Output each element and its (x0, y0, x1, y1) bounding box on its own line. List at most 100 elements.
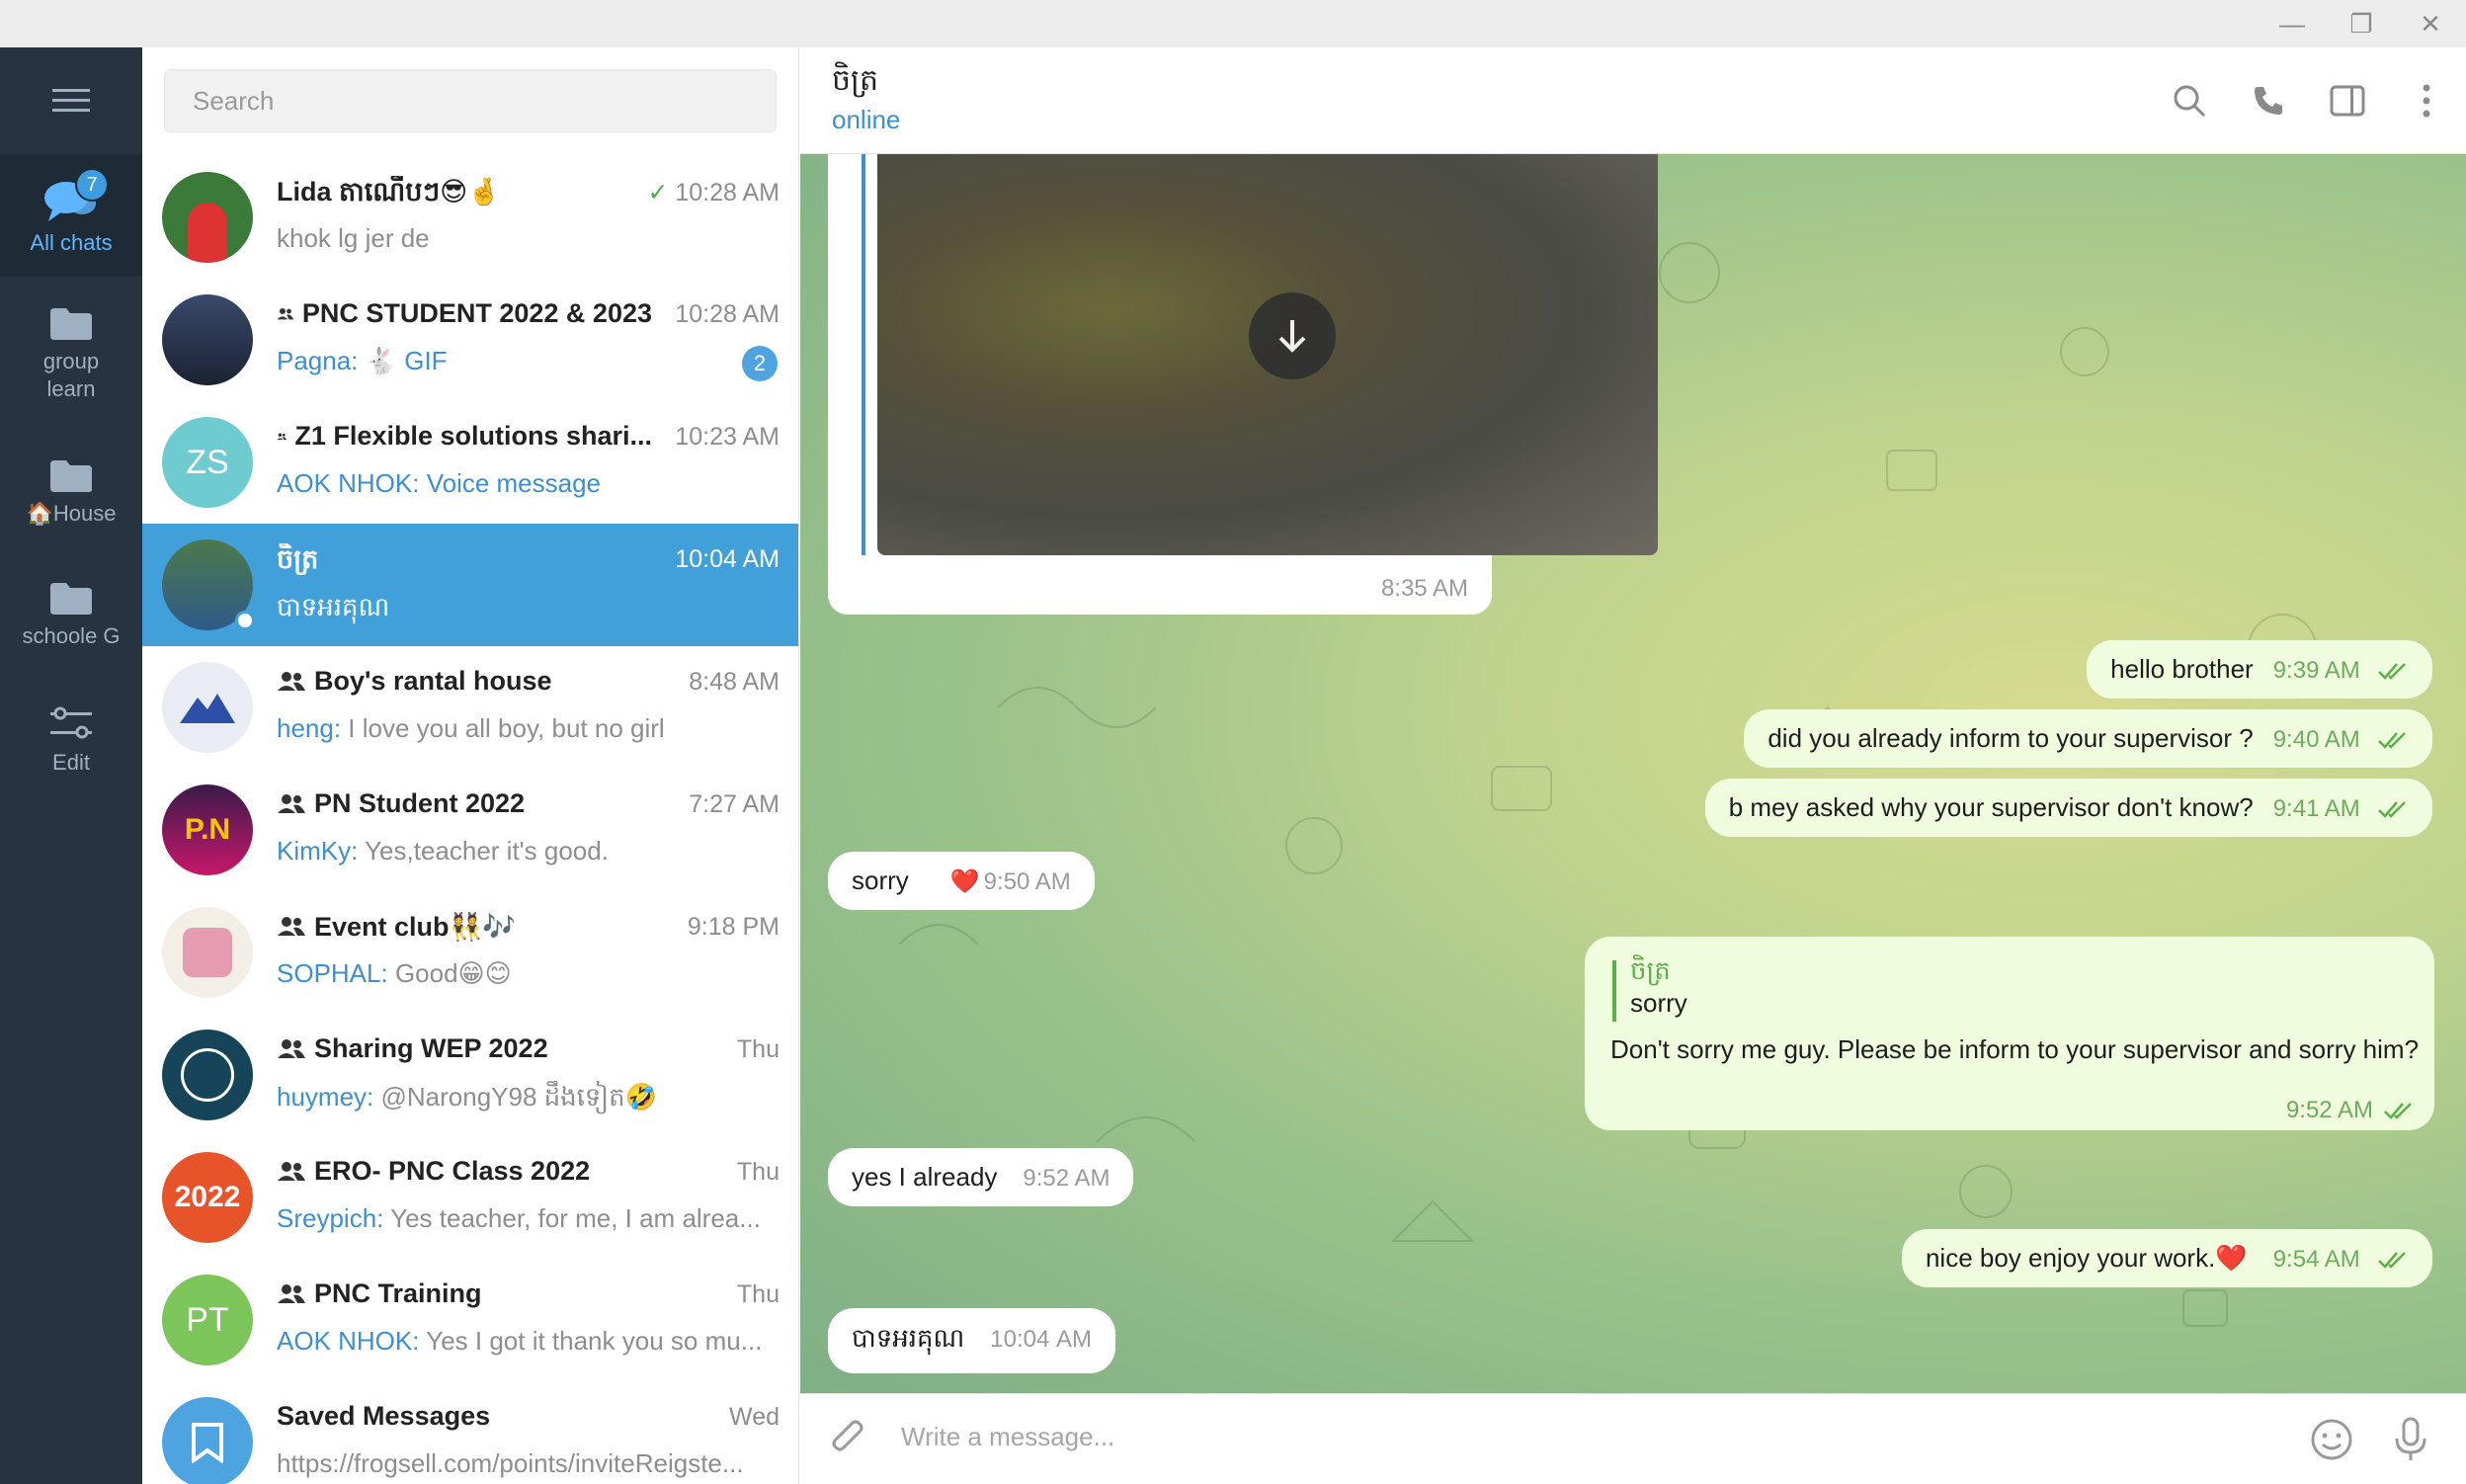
close-button[interactable]: ✕ (2391, 0, 2466, 47)
group-icon (278, 1283, 305, 1303)
microphone-icon (2395, 1417, 2426, 1460)
folder-house[interactable]: 🏠House (0, 458, 142, 528)
chat-title: Boy's rantal house (277, 666, 652, 697)
chat-preview: Sreypich: Yes teacher, for me, I am alre… (277, 1203, 761, 1233)
message-time: 9:52 AM (2285, 1097, 2373, 1123)
reply-author: ចិត្រ (1630, 955, 1671, 985)
read-ticks-icon (2378, 801, 2406, 818)
heart-reaction-icon[interactable]: ❤️ (950, 868, 980, 895)
chat-time: Thu (736, 1035, 780, 1063)
chat-row-boys-rantal-house[interactable]: Boy's rantal house 8:48 AM heng: I love … (142, 646, 798, 769)
phone-icon (2255, 87, 2282, 115)
chat-row-pnc-student[interactable]: PNC STUDENT 2022 & 2023 10:28 AM Pagna: … (142, 279, 798, 401)
message-time: 9:41 AM (2272, 795, 2360, 822)
chat-title: Sharing WEP 2022 (277, 1033, 652, 1064)
chat-time: Thu (736, 1280, 780, 1308)
message-text: Don't sorry me guy. Please be inform to … (1610, 1034, 2420, 1064)
chat-preview: Pagna: 🐇 GIF (277, 346, 448, 375)
message-time-wrap: 9:52 AM (2286, 1097, 2415, 1124)
avatar (162, 172, 253, 263)
message-input[interactable]: Write a message... (901, 1422, 1114, 1452)
chat-row-z1-flexible[interactable]: ZS Z1 Flexible solutions shari... 10:23 … (142, 401, 798, 524)
chat-title: Event club👯🎶 (277, 911, 652, 943)
chat-row-sharing-wep[interactable]: Sharing WEP 2022 Thu huymey: @NarongY98 … (142, 1014, 798, 1136)
smiley-icon (2311, 1419, 2352, 1460)
reply-accent-line (1612, 960, 1616, 1022)
chat-time: ✓ 10:28 AM (647, 179, 780, 206)
message-text: nice boy enjoy your work.❤️ (1925, 1243, 2248, 1273)
chat-preview: https://frogsell.com/points/inviteReigst… (277, 1448, 744, 1478)
incoming-message[interactable]: បាទអរគុណ 10:04 AM (828, 1308, 1115, 1373)
folder-group-learn[interactable]: group learn (0, 306, 142, 403)
search-input[interactable]: Search (164, 69, 777, 132)
chat-preview: បាទអរគុណ (277, 592, 390, 621)
message-time: 9:39 AM (2272, 657, 2360, 684)
chat-time: 7:27 AM (689, 790, 780, 818)
chat-title: PN Student 2022 (277, 788, 652, 819)
chat-preview: heng: I love you all boy, but no girl (277, 713, 665, 743)
outgoing-message[interactable]: did you already inform to your superviso… (1744, 709, 2432, 768)
outgoing-message[interactable]: hello brother 9:39 AM (2087, 640, 2432, 699)
chat-row-pnc-training[interactable]: PT PNC Training Thu AOK NHOK: Yes I got … (142, 1259, 798, 1381)
chat-time: 10:23 AM (675, 423, 780, 451)
chat-row-pn-student-2022[interactable]: P.N PN Student 2022 7:27 AM KimKy: Yes,t… (142, 769, 798, 891)
restore-button[interactable]: ❐ (2322, 0, 2401, 47)
folder-label: schoole G (22, 623, 121, 648)
contact-name[interactable]: ចិត្រ (832, 61, 878, 105)
reply-accent-line (862, 154, 865, 555)
hamburger-icon (52, 89, 90, 112)
chat-row-ero-pnc-class[interactable]: 2022 ERO- PNC Class 2022 Thu Sreypich: Y… (142, 1136, 798, 1259)
folder-schoole-g[interactable]: schoole G (0, 581, 142, 650)
incoming-message[interactable]: yes I already 9:52 AM (828, 1148, 1134, 1206)
chat-preview: AOK NHOK: Yes I got it thank you so mu..… (277, 1326, 763, 1356)
bookmark-icon (192, 1423, 223, 1463)
contact-status: online (832, 105, 901, 134)
download-button[interactable] (1249, 292, 1336, 379)
outgoing-reply-message[interactable]: ចិត្រ sorry Don't sorry me guy. Please b… (1585, 937, 2434, 1130)
outgoing-message[interactable]: nice boy enjoy your work.❤️ 9:54 AM (1901, 1229, 2432, 1287)
more-options-button[interactable] (2403, 77, 2450, 124)
online-indicator (235, 611, 255, 630)
chat-preview: SOPHAL: Good😁😊 (277, 958, 512, 988)
menu-button[interactable] (0, 47, 142, 154)
folder-edit[interactable]: Edit (0, 703, 142, 777)
avatar (162, 294, 253, 385)
chat-row-event-club[interactable]: Event club👯🎶 9:18 PM SOPHAL: Good😁😊 (142, 891, 798, 1014)
group-icon (278, 1038, 305, 1058)
search-button[interactable] (2166, 77, 2213, 124)
message-time: 8:35 AM (1380, 575, 1468, 602)
download-arrow-icon (1278, 320, 1306, 353)
voice-record-button[interactable] (2385, 1414, 2436, 1465)
sliders-icon (50, 706, 92, 739)
outgoing-message[interactable]: b mey asked why your supervisor don't kn… (1704, 779, 2432, 837)
avatar (162, 907, 253, 998)
message-text: បាទអរគុណ (852, 1323, 965, 1353)
chat-title: ERO- PNC Class 2022 (277, 1156, 652, 1187)
house-emoji-icon: 🏠 (26, 501, 53, 526)
attach-button[interactable] (822, 1414, 873, 1465)
folder-all-chats[interactable]: All chats (0, 154, 142, 277)
emoji-button[interactable] (2306, 1414, 2357, 1465)
call-button[interactable] (2245, 77, 2292, 124)
chat-title: PNC STUDENT 2022 & 2023 (277, 298, 652, 329)
chat-row-chitr[interactable]: ចិត្រ 10:04 AM បាទអរគុណ (142, 524, 798, 646)
toggle-sidebar-button[interactable] (2324, 77, 2371, 124)
folder-label: group learn (42, 349, 100, 401)
group-icon (278, 793, 305, 813)
incoming-message[interactable]: sorry ❤️ 9:50 AM (828, 852, 1095, 910)
avatar (162, 1030, 253, 1120)
chat-time: Wed (729, 1403, 780, 1431)
read-ticks-icon (2384, 1103, 2412, 1119)
minimize-button[interactable]: — (2253, 0, 2332, 47)
message-time: 9:54 AM (2272, 1246, 2360, 1273)
chat-row-lida[interactable]: Lida តាណើបៗ😎🤞 ✓ 10:28 AM khok lg jer de (142, 156, 798, 279)
chat-list: Search Lida តាណើបៗ😎🤞 ✓ 10:28 AM khok lg … (142, 47, 799, 1484)
message-area[interactable]: 8:35 AM hello brother 9:39 AM did you alr… (800, 154, 2466, 1393)
chat-title: PNC Training (277, 1278, 652, 1309)
avatar: PT (162, 1275, 253, 1365)
media-message[interactable]: 8:35 AM (828, 154, 1658, 615)
sent-check-icon: ✓ (647, 179, 676, 206)
chat-title: Saved Messages (277, 1401, 491, 1431)
chat-row-saved-messages[interactable]: Saved Messages Wed https://frogsell.com/… (142, 1381, 798, 1484)
read-ticks-icon (2378, 732, 2406, 749)
